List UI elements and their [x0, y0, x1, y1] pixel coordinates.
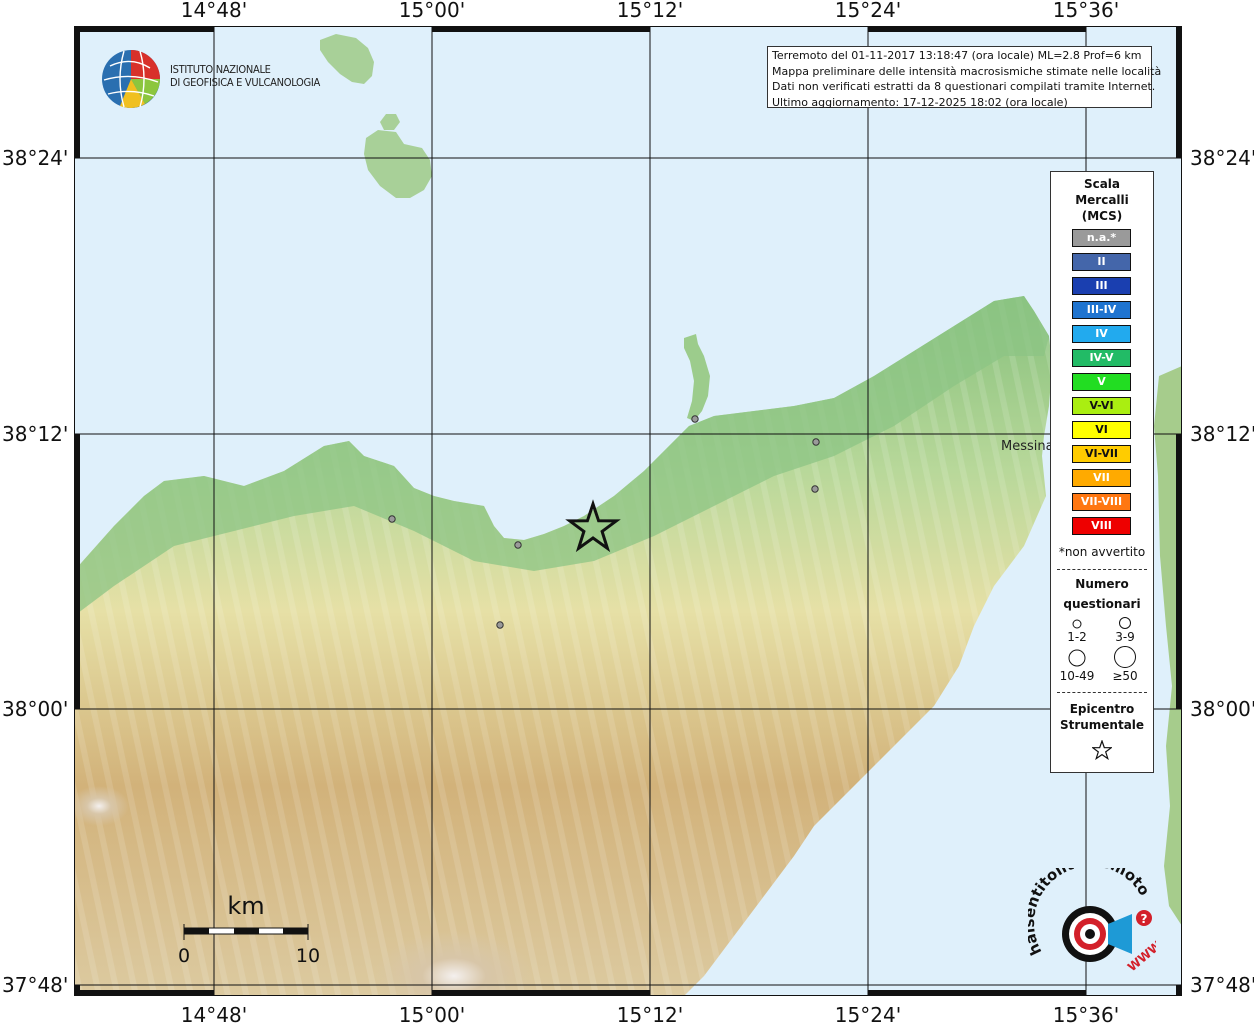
- intensity-point: [388, 515, 396, 523]
- legend-title: (MCS): [1081, 209, 1123, 223]
- legend-intensity-item: VI-VII: [1072, 445, 1131, 463]
- legend-count-title: Numero: [1075, 577, 1129, 591]
- lon-label-bottom-3: 15°12': [616, 1003, 684, 1027]
- legend-intensity-item: VII-VIII: [1072, 493, 1131, 511]
- legend-count-label: ≥50: [1112, 669, 1138, 683]
- legend-epicenter-title: Strumentale: [1059, 718, 1145, 732]
- legend-intensity-item: IV-V: [1072, 349, 1131, 367]
- scale-min: 0: [178, 945, 190, 967]
- scale-bar: km 0 10: [178, 892, 320, 967]
- lat-label-right-4: 37°48': [1190, 973, 1254, 997]
- lat-label-right-1: 38°24': [1190, 146, 1254, 170]
- legend-intensity-item: V-VI: [1072, 397, 1131, 415]
- legend-intensity-item: VII: [1072, 469, 1131, 487]
- lat-label-left-2: 38°12': [2, 422, 69, 446]
- event-info-line: Terremoto del 01-11-2017 13:18:47 (ora l…: [772, 49, 1142, 62]
- ingv-logo-text: ISTITUTO NAZIONALE DI GEOFISICA E VULCAN…: [170, 63, 320, 89]
- legend-count-label: 10-49: [1059, 669, 1095, 683]
- lat-label-left-1: 38°24': [2, 146, 69, 170]
- lat-label-left-3: 38°00': [2, 697, 69, 721]
- size-symbol-small: [1072, 619, 1082, 629]
- lon-label-bottom-2: 15°00': [398, 1003, 466, 1027]
- legend-intensity-item: VI: [1072, 421, 1131, 439]
- event-info-line: Dati non verificati estratti da 8 questi…: [772, 80, 1156, 93]
- ingv-logo-line: ISTITUTO NAZIONALE: [170, 63, 271, 76]
- legend-count-label: 3-9: [1115, 630, 1135, 644]
- haisentito-logo[interactable]: haisentitoilterremoto.it ? WWW.: [1028, 868, 1156, 980]
- lat-label-left-4: 37°48': [2, 973, 69, 997]
- legend-epicenter-title: Epicentro: [1069, 702, 1135, 716]
- svg-text:?: ?: [1141, 912, 1148, 926]
- intensity-point: [496, 621, 504, 629]
- legend-title: Scala: [1083, 177, 1121, 191]
- legend-note: *non avvertito: [1058, 545, 1146, 559]
- lon-label-top-1: 14°48': [180, 0, 248, 22]
- lon-label-top-5: 15°36': [1052, 0, 1120, 22]
- legend-intensity-item: VIII: [1072, 517, 1131, 535]
- legend-intensity-item: V: [1072, 373, 1131, 391]
- lon-label-top-4: 15°24': [834, 0, 902, 22]
- intensity-point: [812, 438, 820, 446]
- legend-divider: [1057, 569, 1147, 570]
- legend-intensity-item: II: [1072, 253, 1131, 271]
- scale-max: 10: [296, 945, 320, 967]
- intensity-point: [514, 541, 522, 549]
- ingv-logo-line: DI GEOFISICA E VULCANOLOGIA: [170, 76, 320, 89]
- lon-label-top-2: 15°00': [398, 0, 466, 22]
- legend-count-title: questionari: [1063, 597, 1141, 611]
- legend-panel: Scala Mercalli (MCS) n.a.* II III III-IV IV I…: [1050, 171, 1154, 773]
- size-symbol-large: [1068, 649, 1086, 667]
- lon-label-bottom-4: 15°24': [834, 1003, 902, 1027]
- legend-intensity-item: III: [1072, 277, 1131, 295]
- globe-icon: [102, 50, 160, 108]
- macroseismic-map[interactable]: Messina: [74, 26, 1182, 996]
- legend-star-icon: [1092, 740, 1112, 760]
- lon-label-bottom-1: 14°48': [180, 1003, 248, 1027]
- lon-label-top-3: 15°12': [616, 0, 684, 22]
- legend-title: Mercalli: [1075, 193, 1129, 207]
- event-info-box: Terremoto del 01-11-2017 13:18:47 (ora l…: [767, 46, 1162, 109]
- size-symbol-medium: [1119, 617, 1131, 629]
- event-info-line: Mappa preliminare delle intensità macros…: [772, 64, 1162, 78]
- size-symbol-xlarge: [1114, 646, 1136, 668]
- intensity-point: [811, 485, 819, 493]
- event-info-line: Ultimo aggiornamento: 17-12-2025 18:02 (…: [772, 95, 1068, 109]
- legend-intensity-item: IV: [1072, 325, 1131, 343]
- intensity-point: [691, 415, 699, 423]
- lat-label-right-3: 38°00': [1190, 697, 1254, 721]
- lat-label-right-2: 38°12': [1190, 422, 1254, 446]
- place-label-messina: Messina: [1001, 439, 1054, 454]
- legend-intensity-item: III-IV: [1072, 301, 1131, 319]
- lon-label-bottom-5: 15°36': [1052, 1003, 1120, 1027]
- legend-intensity-item: n.a.*: [1072, 229, 1131, 247]
- legend-divider: [1057, 692, 1147, 693]
- scale-unit: km: [227, 892, 264, 920]
- legend-count-label: 1-2: [1067, 630, 1087, 644]
